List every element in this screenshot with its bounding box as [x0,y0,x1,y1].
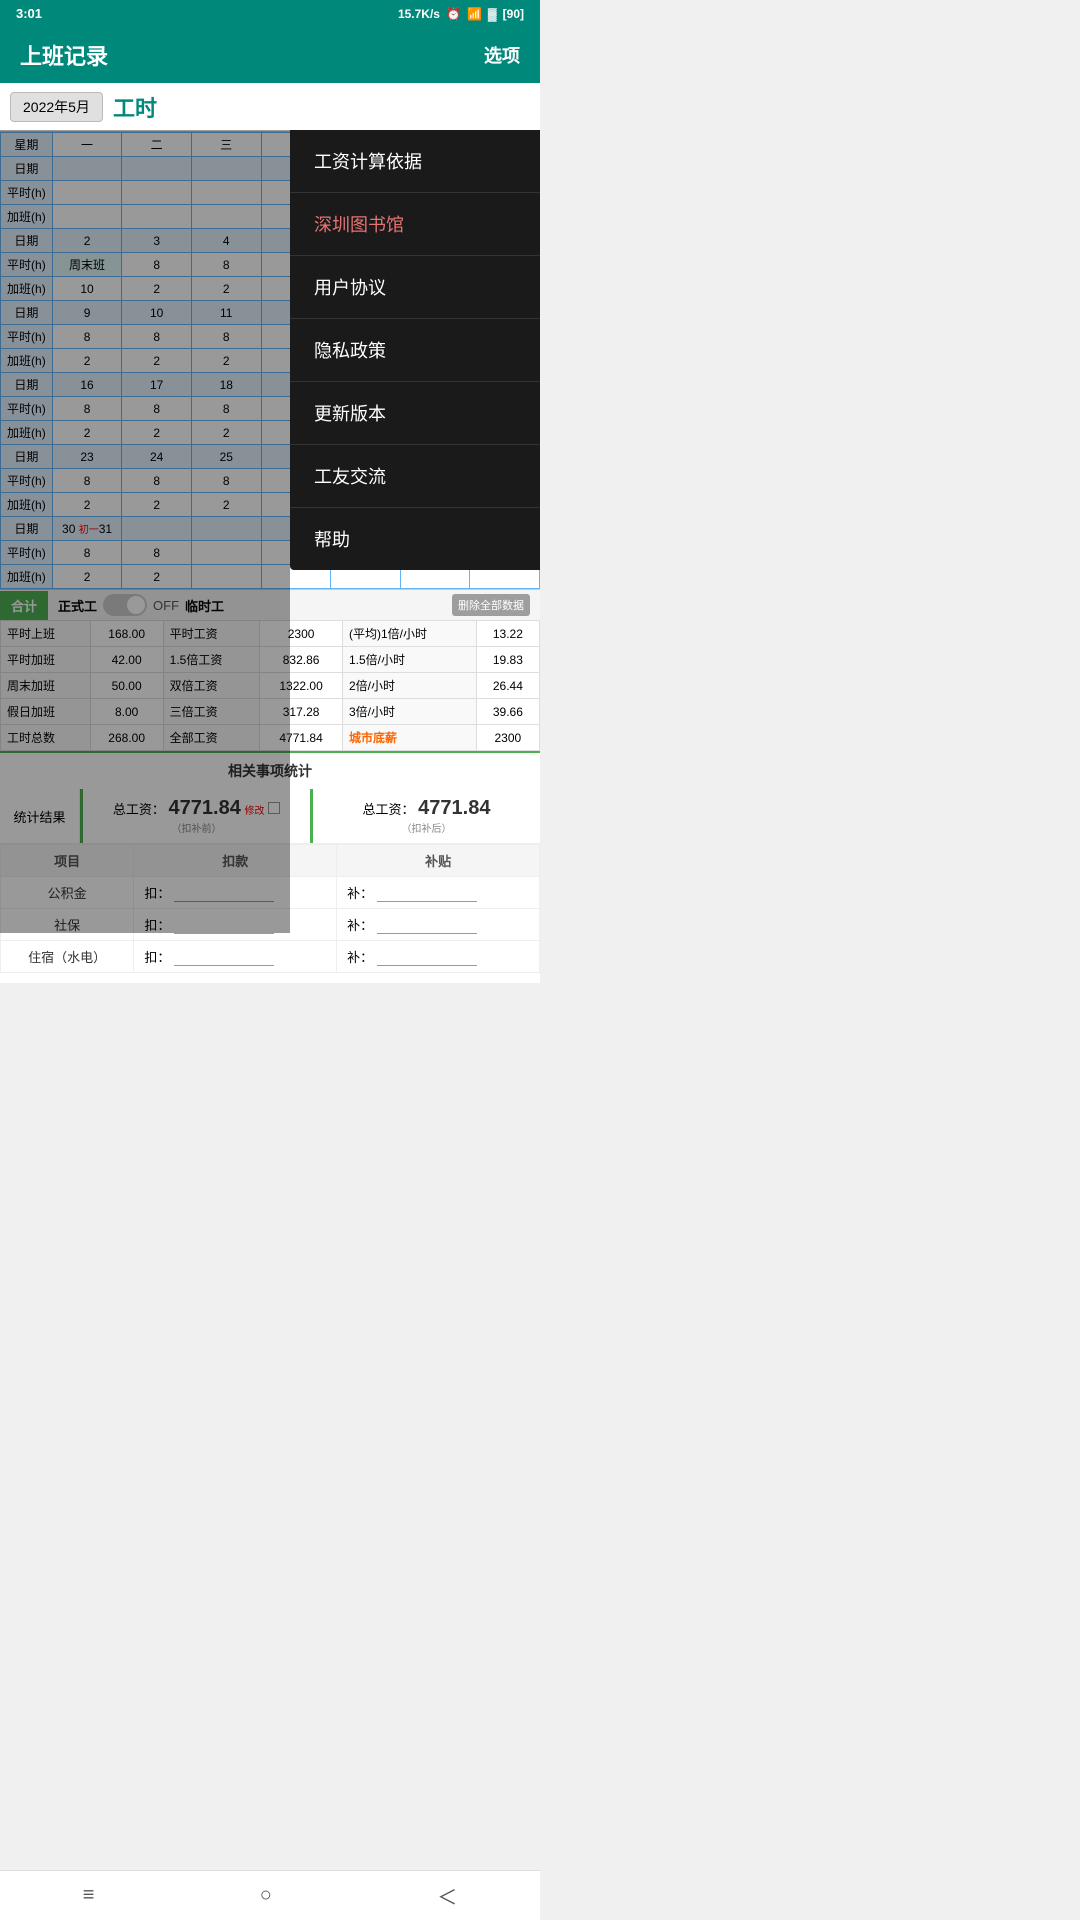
nav-menu-button[interactable]: ≡ [83,1884,95,1907]
month-header: 2022年5月 工时 [0,83,540,132]
summary-rate-value: 19.83 [476,647,539,673]
time-display: 3:01 [16,6,42,21]
dropdown-item[interactable]: 用户协议 [290,256,540,319]
nav-home-button[interactable]: ○ [260,1884,272,1907]
deduction-subsidy-field[interactable]: 补： [337,909,540,941]
deduction-row-name: 住宿（水电） [1,941,134,973]
summary-rate-label: 1.5倍/小时 [343,647,477,673]
summary-rate-value: 39.66 [476,699,539,725]
dropdown-item[interactable]: 工友交流 [290,445,540,508]
status-bar: 3:01 15.7K/s ⏰ 📶 ▓ [90] [0,0,540,27]
app-bar: 上班记录 选项 [0,27,540,83]
summary-rate-label: (平均)1倍/小时 [343,621,477,647]
after-label: 总工资： [363,802,415,817]
summary-rate-value: 2300 [476,725,539,751]
summary-rate-value: 26.44 [476,673,539,699]
nav-back-button[interactable]: ＜ [437,1881,457,1910]
signal-icon: 📶 [467,7,482,21]
deduction-col-subsidy: 补贴 [337,845,540,877]
dropdown-item[interactable]: 工资计算依据 [290,130,540,193]
month-selector[interactable]: 2022年5月 [10,92,103,122]
options-button[interactable]: 选项 [484,42,520,68]
bottom-nav: ≡ ○ ＜ [0,1870,540,1920]
dropdown-item[interactable]: 深圳图书馆 [290,193,540,256]
summary-rate-label: 城市底薪 [343,725,477,751]
after-value: 4771.84 [418,797,490,819]
dropdown-item[interactable]: 帮助 [290,508,540,570]
deduction-table-row: 住宿（水电） 扣： 补： [1,941,540,973]
dropdown-item[interactable]: 更新版本 [290,382,540,445]
wifi-icon: ▓ [488,7,497,21]
clock-icon: ⏰ [446,7,461,21]
stats-after-cell: 总工资： 4771.84 （扣补后） [313,789,540,843]
deduction-subsidy-field[interactable]: 补： [337,877,540,909]
dropdown-item[interactable]: 隐私政策 [290,319,540,382]
after-sub: （扣补后） [402,820,452,835]
summary-rate-label: 2倍/小时 [343,673,477,699]
summary-rate-value: 13.22 [476,621,539,647]
network-speed: 15.7K/s [398,7,440,21]
after-total-label: 总工资： 4771.84 [363,797,491,820]
deduction-subsidy-field[interactable]: 补： [337,941,540,973]
dropdown-menu: 工资计算依据深圳图书馆用户协议隐私政策更新版本工友交流帮助 [290,130,540,570]
dim-overlay[interactable] [0,130,290,933]
work-time-label: 工时 [113,91,157,123]
app-title: 上班记录 [20,39,108,71]
status-right: 15.7K/s ⏰ 📶 ▓ [90] [398,7,524,21]
battery-icon: [90] [503,7,524,21]
delete-all-button[interactable]: 删除全部数据 [452,594,530,616]
summary-rate-label: 3倍/小时 [343,699,477,725]
deduction-deduct-field[interactable]: 扣： [134,941,337,973]
